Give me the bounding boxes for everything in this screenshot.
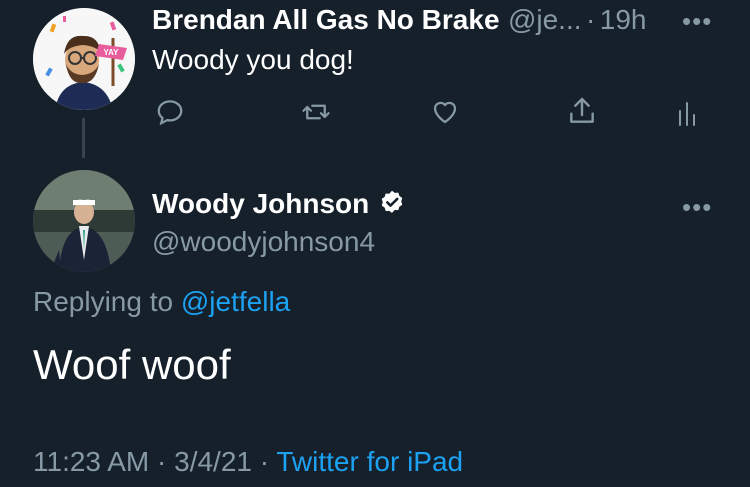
analytics-icon[interactable] [676, 97, 700, 127]
thread-connector-line [82, 118, 85, 158]
replying-prefix: Replying to [33, 286, 174, 317]
like-icon[interactable] [429, 97, 461, 127]
svg-text:YAY: YAY [104, 48, 120, 57]
avatar-woody-johnson[interactable] [33, 170, 135, 272]
parent-display-name[interactable]: Brendan All Gas No Brake [152, 4, 500, 35]
retweet-icon[interactable] [300, 97, 332, 127]
meta-dot-2: · [259, 446, 270, 477]
replying-to-link[interactable]: @jetfella [181, 286, 290, 317]
parent-more-icon[interactable]: ••• [682, 6, 712, 37]
verified-badge-icon [378, 189, 406, 222]
profile-photo-image [33, 170, 135, 272]
memoji-avatar-image: YAY [33, 8, 135, 110]
share-icon[interactable] [566, 95, 598, 127]
main-handle[interactable]: @woodyjohnson4 [152, 226, 375, 258]
main-more-icon[interactable]: ••• [682, 192, 712, 223]
reply-icon[interactable] [155, 97, 185, 127]
parent-tweet-text: Woody you dog! [152, 44, 354, 75]
tweet-time[interactable]: 11:23 AM [33, 446, 149, 477]
parent-tweet-header: Brendan All Gas No Brake @je... · 19h [152, 4, 646, 36]
meta-dot-1: · [157, 446, 167, 477]
main-display-name[interactable]: Woody Johnson [152, 188, 369, 219]
replying-to-line: Replying to @jetfella [33, 286, 290, 318]
parent-separator: · [585, 4, 596, 35]
tweet-date[interactable]: 3/4/21 [174, 446, 252, 477]
parent-handle[interactable]: @je... [508, 4, 582, 35]
parent-time[interactable]: 19h [600, 4, 647, 35]
avatar-brendan[interactable]: YAY [33, 8, 135, 110]
main-tweet-text: Woof woof [33, 341, 231, 388]
tweet-source-link[interactable]: Twitter for iPad [276, 446, 463, 477]
tweet-metadata: 11:23 AM · 3/4/21 · Twitter for iPad [33, 446, 463, 478]
main-tweet-header: Woody Johnson [152, 188, 406, 222]
